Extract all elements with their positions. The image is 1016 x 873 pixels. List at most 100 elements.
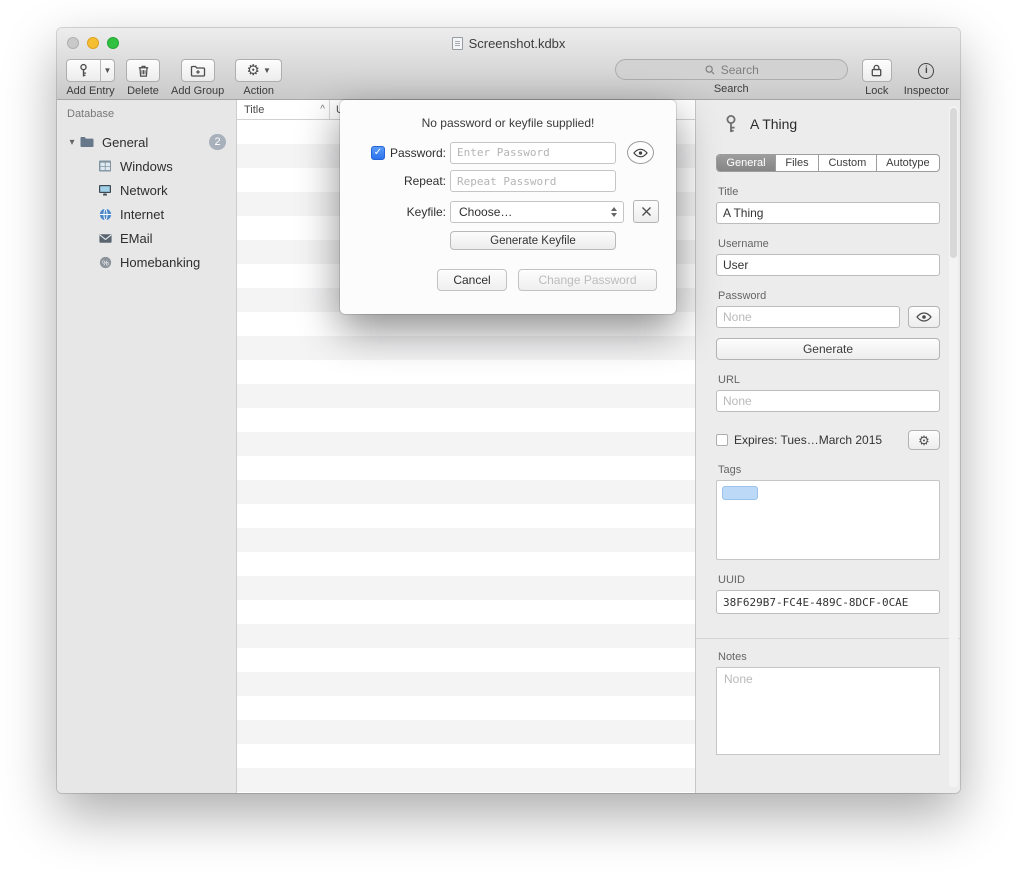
sidebar-item-label: Windows — [120, 159, 173, 174]
password-field[interactable] — [716, 306, 900, 328]
chevron-down-icon: ▼ — [263, 66, 271, 75]
keyfile-label: Keyfile: — [407, 205, 446, 219]
sidebar-item-windows[interactable]: Windows — [57, 154, 236, 178]
windows-icon — [97, 158, 113, 174]
password-label: Password: — [390, 146, 446, 160]
keyfile-popup-button[interactable]: Choose… — [450, 201, 624, 223]
delete-item: Delete — [126, 59, 160, 97]
tags-label: Tags — [718, 464, 940, 476]
delete-label: Delete — [127, 85, 159, 97]
uuid-field[interactable] — [716, 590, 940, 614]
scrollbar-thumb[interactable] — [950, 108, 957, 258]
chevron-down-icon[interactable]: ▼ — [100, 60, 114, 81]
network-icon — [97, 182, 113, 198]
window-title: Screenshot.kdbx — [469, 36, 566, 51]
add-group-item: Add Group — [171, 59, 224, 97]
show-password-button[interactable] — [627, 141, 654, 164]
add-entry-item: ▼ Add Entry — [66, 59, 115, 97]
username-field[interactable] — [716, 254, 940, 276]
sidebar-item-label: Homebanking — [120, 255, 200, 270]
globe-icon — [97, 206, 113, 222]
toolbar: ▼ Add Entry Delete — [57, 58, 960, 100]
tags-field[interactable] — [716, 480, 940, 560]
title-field[interactable] — [716, 202, 940, 224]
add-entry-button[interactable]: ▼ — [66, 59, 115, 82]
generate-password-button[interactable]: Generate — [716, 338, 940, 360]
entry-count-badge: 2 — [209, 134, 226, 150]
eye-icon — [916, 312, 932, 322]
inspector-divider — [696, 638, 960, 639]
inspector-button[interactable]: i — [911, 59, 941, 82]
key-plus-icon — [67, 60, 100, 81]
notes-field[interactable]: None — [716, 667, 940, 755]
add-group-label: Add Group — [171, 85, 224, 97]
notes-label: Notes — [718, 651, 940, 663]
password-checkbox[interactable]: ✓ — [371, 146, 385, 160]
disclosure-triangle-icon[interactable]: ▾ — [65, 137, 79, 148]
search-icon — [704, 64, 716, 76]
gear-icon: ⚙ — [918, 434, 930, 447]
lock-label: Lock — [865, 85, 888, 97]
password-row — [716, 306, 940, 328]
tab-custom[interactable]: Custom — [819, 155, 877, 171]
inspector-panel: A Thing General Files Custom Autotype Ti… — [695, 100, 960, 793]
repeat-password-field[interactable] — [450, 170, 616, 192]
lock-icon — [869, 63, 884, 78]
sort-ascending-icon: ^ — [320, 104, 325, 115]
sidebar-item-internet[interactable]: Internet — [57, 202, 236, 226]
action-label: Action — [243, 85, 274, 97]
change-password-button[interactable]: Change Password — [518, 269, 657, 291]
inspector-label: Inspector — [904, 85, 949, 97]
minimize-button[interactable] — [87, 37, 99, 49]
document-proxy-icon — [452, 37, 463, 50]
search-item: Search Search — [615, 59, 848, 95]
dialog-message: No password or keyfile supplied! — [340, 116, 676, 130]
url-field[interactable] — [716, 390, 940, 412]
column-header-title[interactable]: Title ^ — [237, 100, 330, 119]
inspector-item: i Inspector — [904, 59, 949, 97]
traffic-lights — [67, 37, 119, 49]
group-label: General — [102, 135, 148, 150]
change-password-dialog: No password or keyfile supplied! ✓ Passw… — [340, 100, 676, 314]
column-title-label: Title — [244, 104, 264, 116]
lock-button[interactable] — [862, 59, 892, 82]
show-password-button[interactable] — [908, 306, 940, 328]
tab-autotype[interactable]: Autotype — [877, 155, 939, 171]
sidebar-item-network[interactable]: Network — [57, 178, 236, 202]
inspector-tabs: General Files Custom Autotype — [716, 154, 940, 172]
sidebar-item-homebanking[interactable]: % Homebanking — [57, 250, 236, 274]
folder-plus-icon — [190, 63, 206, 79]
sidebar-group-general[interactable]: ▾ General 2 — [57, 130, 236, 154]
enter-password-field[interactable] — [450, 142, 616, 164]
keyfile-row: Keyfile: Choose… — [340, 200, 659, 223]
title-label: Title — [718, 186, 940, 198]
generate-keyfile-button[interactable]: Generate Keyfile — [450, 231, 616, 250]
expires-label: Expires: Tues…March 2015 — [734, 433, 902, 447]
delete-button[interactable] — [126, 59, 160, 82]
add-group-button[interactable] — [181, 59, 215, 82]
expires-checkbox[interactable] — [716, 434, 728, 446]
sidebar-item-email[interactable]: EMail — [57, 226, 236, 250]
zoom-button[interactable] — [107, 37, 119, 49]
expires-settings-button[interactable]: ⚙ — [908, 430, 940, 450]
search-input[interactable]: Search — [615, 59, 848, 80]
close-button[interactable] — [67, 37, 79, 49]
key-icon — [722, 114, 740, 134]
entry-header: A Thing — [716, 114, 940, 134]
sidebar: Database ▾ General 2 Windows — [57, 100, 237, 793]
clear-keyfile-button[interactable] — [633, 200, 659, 223]
repeat-label: Repeat: — [404, 174, 446, 188]
tab-general[interactable]: General — [717, 155, 776, 171]
cancel-button[interactable]: Cancel — [437, 269, 507, 291]
password-row: ✓ Password: — [340, 141, 654, 164]
folder-icon — [79, 134, 95, 150]
inspector-scrollbar[interactable] — [949, 106, 958, 787]
username-label: Username — [718, 238, 940, 250]
window-title-area: Screenshot.kdbx — [57, 28, 960, 58]
tag-chip[interactable] — [722, 486, 758, 500]
popup-stepper-icon — [611, 207, 619, 217]
action-button[interactable]: ⚙ ▼ — [235, 59, 282, 82]
info-icon: i — [918, 63, 934, 79]
trash-icon — [136, 63, 151, 79]
tab-files[interactable]: Files — [776, 155, 819, 171]
